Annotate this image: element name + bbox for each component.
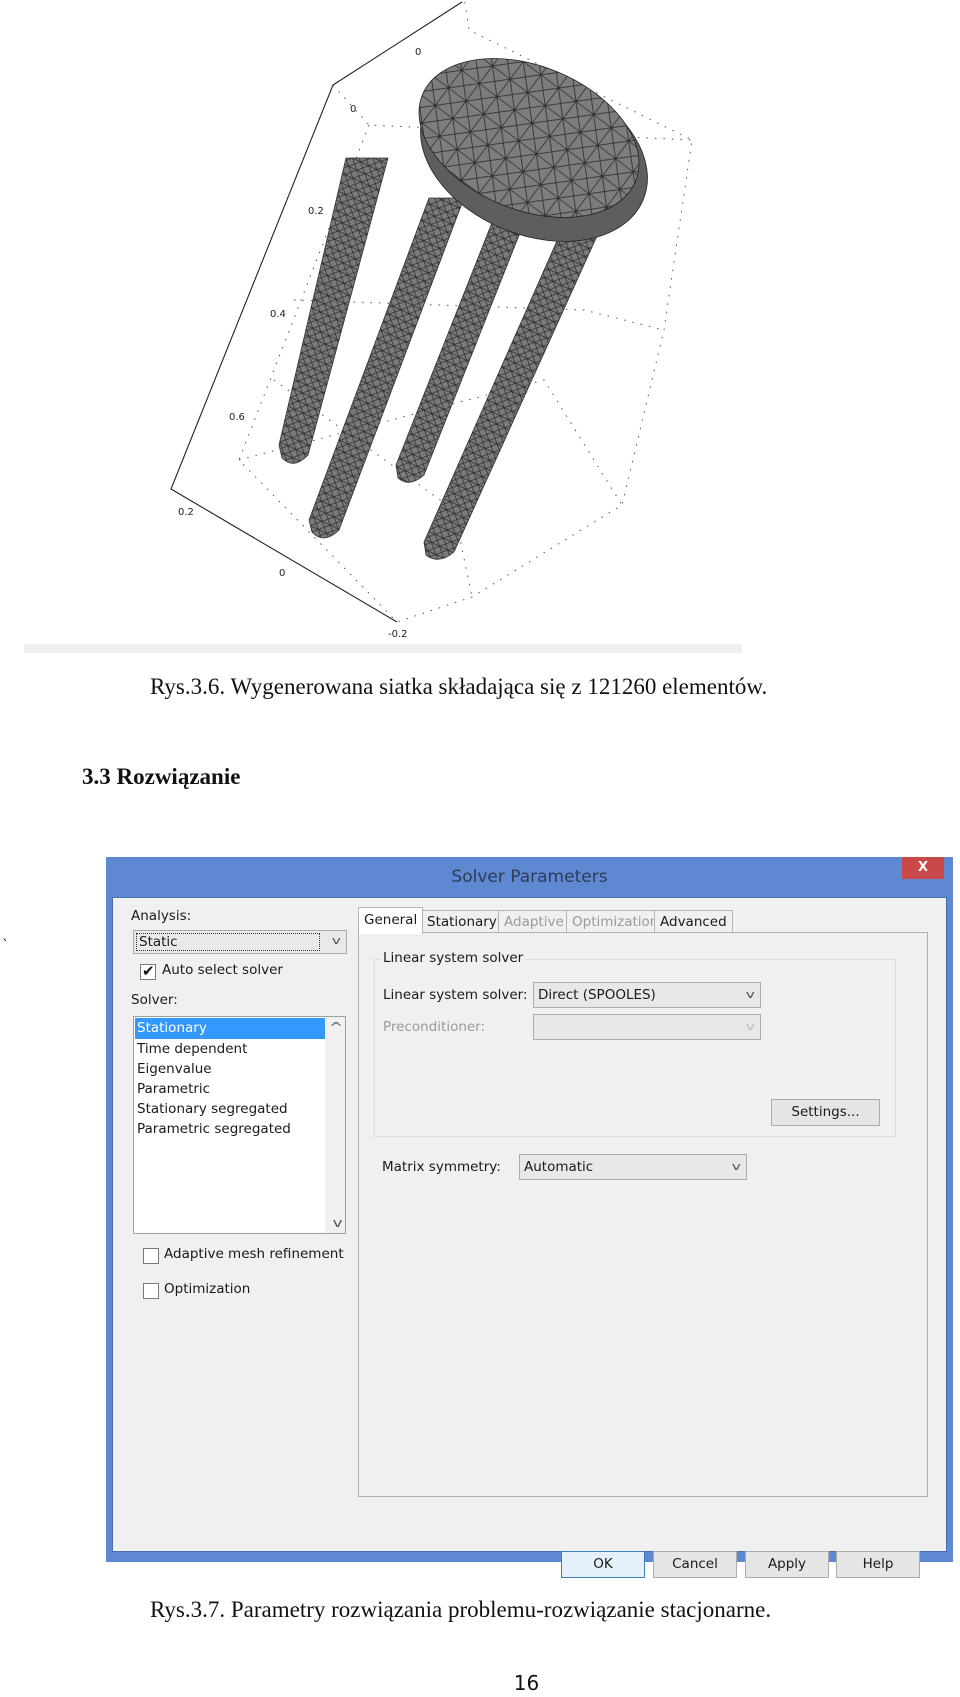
page-number: 16 [513, 1671, 540, 1695]
optimization-checkbox[interactable] [143, 1283, 159, 1299]
tab-general[interactable]: General [358, 907, 424, 934]
mesh-figure: 0 0 0.2 0.4 0.6 0.2 0 -0.2 [24, 0, 744, 652]
ok-button[interactable]: OK [561, 1551, 645, 1578]
chevron-down-icon: v [746, 1020, 756, 1033]
stray-mark: ` [2, 938, 9, 954]
cancel-button[interactable]: Cancel [653, 1551, 737, 1578]
tick-label: 0 [415, 47, 421, 58]
tick-label: 0.4 [270, 309, 286, 320]
optimization-label[interactable]: Optimization [164, 1281, 250, 1297]
tick-label: 0 [350, 104, 356, 115]
adaptive-mesh-refinement-checkbox[interactable] [143, 1248, 159, 1264]
preconditioner-select: v [533, 1014, 761, 1040]
matrix-symmetry-label: Matrix symmetry: [382, 1159, 501, 1175]
linear-system-solver-value: Direct (SPOOLES) [538, 987, 656, 1003]
tick-label: 0.2 [178, 507, 194, 518]
figure-caption: Rys.3.7. Parametry rozwiązania problemu-… [150, 1597, 772, 1622]
matrix-symmetry-value: Automatic [524, 1159, 594, 1175]
solver-list-item[interactable]: Stationary segregated [135, 1099, 325, 1120]
solver-list-item[interactable]: Eigenvalue [135, 1059, 325, 1080]
analysis-select-value: Static [136, 933, 320, 951]
tick-label: 0 [279, 568, 285, 579]
tab-optimization: Optimization [566, 910, 665, 933]
chevron-up-icon[interactable]: ^ [329, 1020, 343, 1034]
tick-label: 0.2 [308, 206, 324, 217]
tick-label: 0.6 [229, 412, 245, 423]
solver-list[interactable]: Stationary Time dependent Eigenvalue Par… [133, 1016, 346, 1234]
section-heading: 3.3 Rozwiązanie [82, 764, 241, 789]
analysis-label: Analysis: [131, 908, 192, 924]
auto-select-solver-checkbox[interactable]: ✔ [140, 962, 156, 980]
auto-select-solver-label[interactable]: Auto select solver [162, 962, 283, 978]
chevron-down-icon[interactable]: v [332, 1216, 342, 1230]
figure-bottom-bar [24, 644, 742, 653]
adaptive-mesh-refinement-label[interactable]: Adaptive mesh refinement [164, 1246, 344, 1262]
tick-label: -0.2 [388, 629, 408, 640]
preconditioner-label: Preconditioner: [383, 1019, 486, 1035]
group-title: Linear system solver [381, 950, 526, 966]
solver-list-item[interactable]: Time dependent [135, 1039, 325, 1060]
chevron-down-icon: v [332, 934, 342, 947]
linear-system-solver-label: Linear system solver: [383, 987, 528, 1003]
solver-label: Solver: [131, 992, 178, 1008]
close-button[interactable]: X [902, 857, 944, 879]
matrix-symmetry-select[interactable]: Automatic v [519, 1154, 747, 1180]
settings-button[interactable]: Settings... [771, 1099, 880, 1126]
linear-system-solver-group: Linear system solver Linear system solve… [374, 950, 896, 1137]
tab-adaptive: Adaptive [498, 910, 570, 933]
solver-list-item[interactable]: Parametric segregated [135, 1119, 325, 1140]
mesh-render: 0 0 0.2 0.4 0.6 0.2 0 -0.2 [170, 1, 693, 640]
general-tab-panel: Linear system solver Linear system solve… [358, 932, 928, 1497]
apply-button[interactable]: Apply [745, 1551, 829, 1578]
chevron-down-icon: v [732, 1160, 742, 1173]
close-icon: X [917, 860, 929, 875]
chevron-down-icon: v [746, 988, 756, 1001]
solver-list-item[interactable]: Parametric [135, 1079, 325, 1100]
solver-parameters-dialog: Solver Parameters X Analysis: Static v ✔… [106, 857, 953, 1578]
solver-list-item[interactable]: Stationary [135, 1018, 325, 1039]
linear-system-solver-select[interactable]: Direct (SPOOLES) v [533, 982, 761, 1008]
dialog-title: Solver Parameters [451, 867, 608, 887]
help-button[interactable]: Help [836, 1551, 920, 1578]
analysis-select[interactable]: Static v [133, 930, 347, 954]
figure-caption: Rys.3.6. Wygenerowana siatka składająca … [150, 674, 768, 699]
checkmark-icon: ✔ [142, 962, 155, 980]
dialog-client-area: Analysis: Static v ✔ Auto select solver … [112, 897, 947, 1578]
tab-stationary[interactable]: Stationary [421, 910, 503, 933]
solver-list-scrollbar[interactable]: ^ v [325, 1017, 345, 1233]
tab-advanced[interactable]: Advanced [654, 910, 733, 933]
